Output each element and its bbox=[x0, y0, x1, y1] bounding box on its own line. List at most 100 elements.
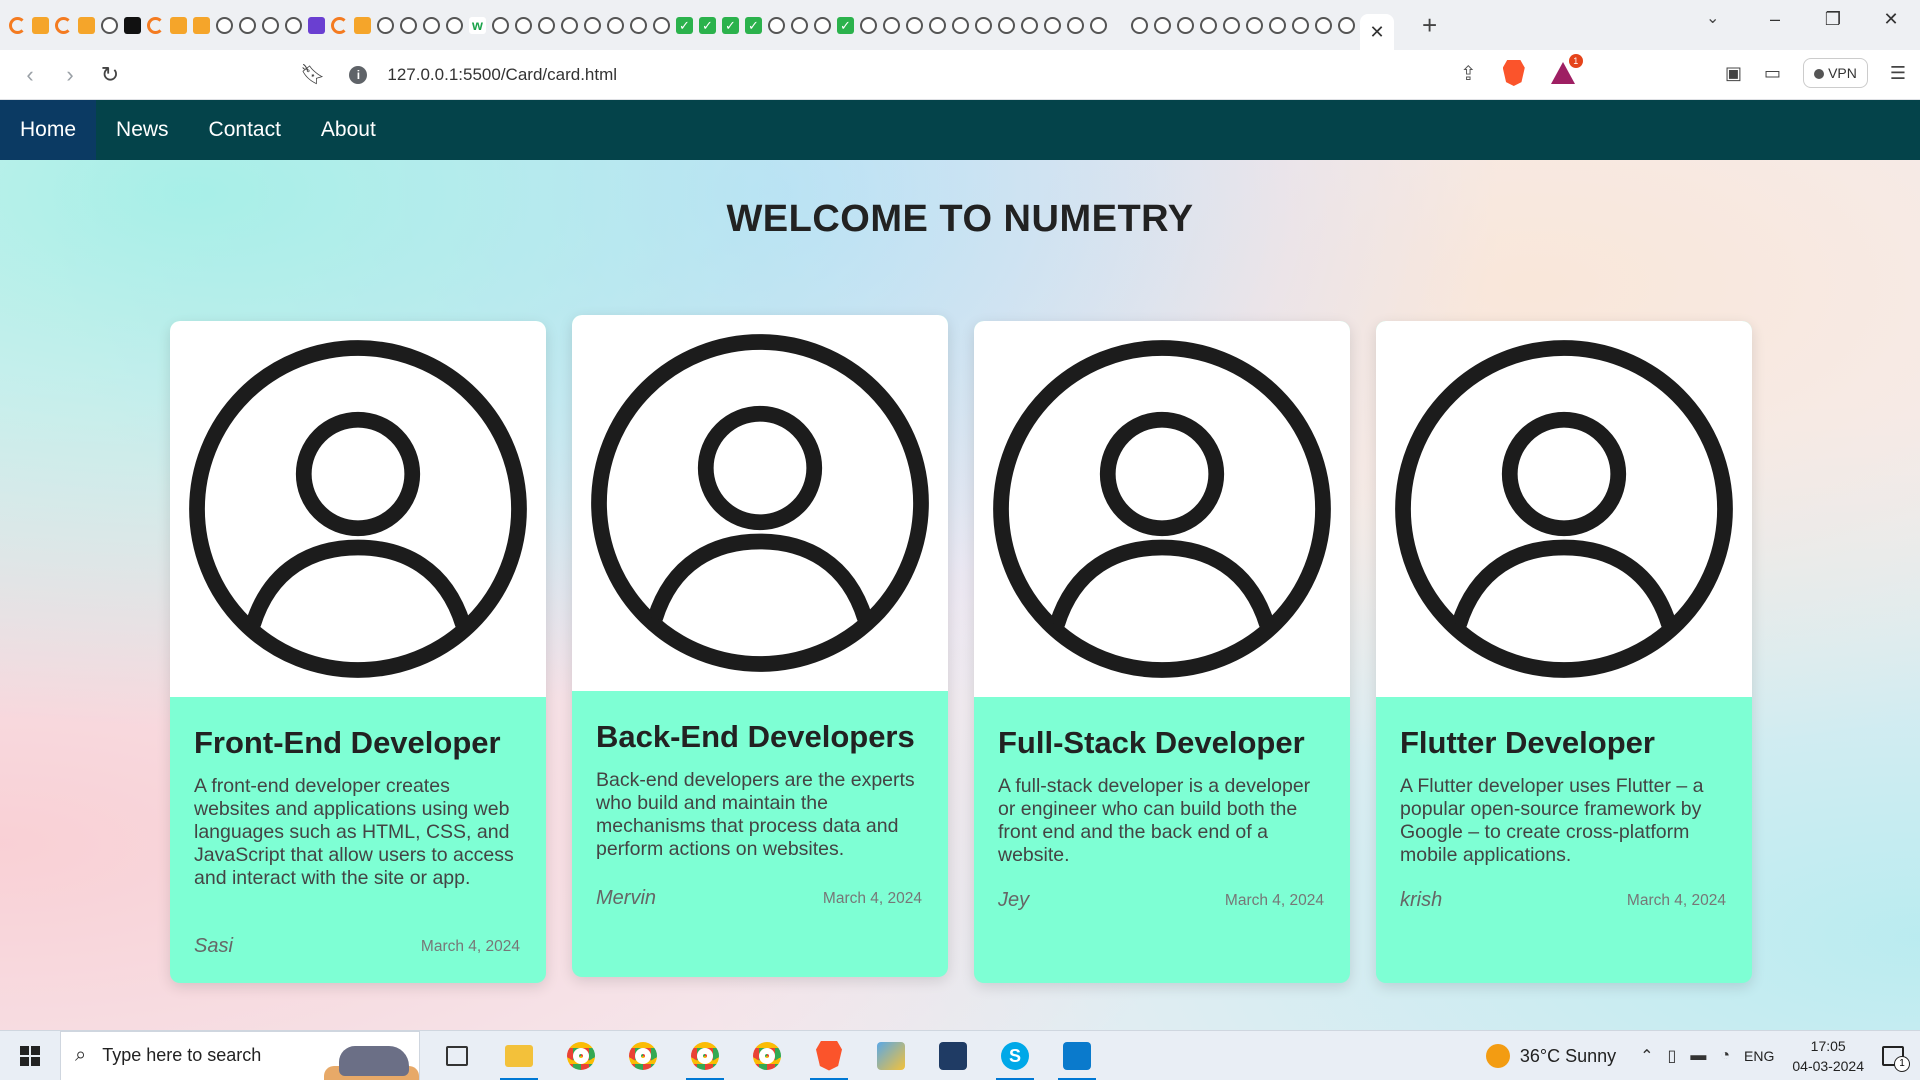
menu-icon[interactable]: ☰ bbox=[1890, 63, 1906, 84]
tab[interactable] bbox=[192, 16, 211, 35]
restore-icon[interactable]: ❐ bbox=[1804, 0, 1862, 40]
taskbar-skype[interactable]: S bbox=[984, 1031, 1046, 1080]
taskbar-app[interactable] bbox=[922, 1031, 984, 1080]
tab[interactable] bbox=[54, 16, 73, 35]
tab[interactable] bbox=[928, 16, 947, 35]
card-flutter[interactable]: Flutter Developer A Flutter developer us… bbox=[1376, 321, 1752, 983]
start-button[interactable] bbox=[0, 1031, 60, 1080]
battery-icon[interactable]: ▬ bbox=[1690, 1047, 1706, 1065]
tab[interactable] bbox=[169, 16, 188, 35]
tab[interactable] bbox=[8, 16, 27, 35]
tab[interactable] bbox=[284, 16, 303, 35]
vpn-button[interactable]: VPN bbox=[1803, 58, 1868, 88]
info-icon[interactable]: i bbox=[349, 65, 368, 84]
chevron-down-icon[interactable]: ⌄ bbox=[1706, 8, 1719, 28]
wallet-icon[interactable]: ▭ bbox=[1764, 63, 1781, 84]
close-window-icon[interactable]: ✕ bbox=[1862, 0, 1920, 40]
tab[interactable]: ✓ bbox=[744, 16, 763, 35]
tab[interactable] bbox=[353, 16, 372, 35]
chevron-up-icon[interactable]: ⌃ bbox=[1640, 1046, 1653, 1066]
nav-home[interactable]: Home bbox=[0, 100, 97, 160]
tab[interactable] bbox=[238, 16, 257, 35]
nav-contact[interactable]: Contact bbox=[189, 100, 301, 160]
forward-icon[interactable]: › bbox=[50, 62, 90, 88]
tab[interactable] bbox=[951, 16, 970, 35]
tab[interactable] bbox=[1066, 16, 1085, 35]
tab[interactable] bbox=[31, 16, 50, 35]
taskbar-photos[interactable] bbox=[860, 1031, 922, 1080]
tab[interactable] bbox=[77, 16, 96, 35]
taskbar-chrome[interactable] bbox=[674, 1031, 736, 1080]
share-icon[interactable]: ⇪ bbox=[1460, 61, 1477, 86]
tab[interactable] bbox=[905, 16, 924, 35]
tab[interactable] bbox=[790, 16, 809, 35]
tab[interactable] bbox=[261, 16, 280, 35]
taskbar-search[interactable]: ⌕ Type here to search bbox=[60, 1030, 420, 1080]
tab[interactable] bbox=[1176, 16, 1195, 35]
tab[interactable] bbox=[882, 16, 901, 35]
tab[interactable] bbox=[1291, 16, 1310, 35]
tab[interactable] bbox=[1153, 16, 1172, 35]
taskbar-file-explorer[interactable] bbox=[488, 1031, 550, 1080]
tab[interactable] bbox=[1043, 16, 1062, 35]
tab[interactable]: w bbox=[468, 16, 487, 35]
taskbar-chrome[interactable] bbox=[550, 1031, 612, 1080]
back-icon[interactable]: ‹ bbox=[10, 62, 50, 88]
tab[interactable] bbox=[330, 16, 349, 35]
minimize-icon[interactable]: – bbox=[1746, 0, 1804, 40]
brave-rewards-icon[interactable]: 1 bbox=[1550, 54, 1583, 84]
clock[interactable]: 17:05 04-03-2024 bbox=[1792, 1036, 1864, 1076]
device-icon[interactable]: ▯ bbox=[1668, 1046, 1677, 1066]
tab[interactable] bbox=[146, 16, 165, 35]
tab[interactable] bbox=[629, 16, 648, 35]
close-tab-icon[interactable]: ✕ bbox=[1369, 22, 1384, 43]
tab[interactable] bbox=[514, 16, 533, 35]
reload-icon[interactable]: ↻ bbox=[90, 62, 130, 88]
tab[interactable] bbox=[376, 16, 395, 35]
tab[interactable] bbox=[1089, 16, 1108, 35]
tab[interactable] bbox=[1268, 16, 1287, 35]
notification-icon[interactable]: 1 bbox=[1882, 1046, 1910, 1072]
taskbar-brave[interactable] bbox=[798, 1031, 860, 1080]
active-tab[interactable]: ✕ bbox=[1360, 14, 1394, 50]
tab[interactable] bbox=[422, 16, 441, 35]
wifi-icon[interactable]: ◔ bbox=[1720, 1047, 1730, 1065]
weather-text[interactable]: 36°C Sunny bbox=[1520, 1046, 1616, 1067]
tab[interactable] bbox=[491, 16, 510, 35]
tab[interactable] bbox=[123, 16, 142, 35]
sidebar-icon[interactable]: ▣ bbox=[1725, 63, 1742, 84]
tab[interactable] bbox=[537, 16, 556, 35]
tab[interactable] bbox=[606, 16, 625, 35]
tab[interactable]: ✓ bbox=[675, 16, 694, 35]
card-front-end[interactable]: Front-End Developer A front-end develope… bbox=[170, 321, 546, 983]
tab[interactable] bbox=[100, 16, 119, 35]
task-view-button[interactable] bbox=[426, 1031, 488, 1080]
tab[interactable] bbox=[583, 16, 602, 35]
tab[interactable] bbox=[399, 16, 418, 35]
tab[interactable] bbox=[215, 16, 234, 35]
tab[interactable] bbox=[767, 16, 786, 35]
address-bar[interactable]: i 127.0.0.1:5500/Card/card.html bbox=[337, 56, 1587, 94]
tab[interactable]: ✓ bbox=[698, 16, 717, 35]
tab[interactable] bbox=[1130, 16, 1149, 35]
tab[interactable] bbox=[1337, 16, 1356, 35]
bookmark-icon[interactable]: 🔖︎ bbox=[300, 62, 325, 87]
tab[interactable] bbox=[974, 16, 993, 35]
tab[interactable] bbox=[445, 16, 464, 35]
card-back-end[interactable]: Back-End Developers Back-end developers … bbox=[572, 315, 948, 977]
tab[interactable] bbox=[859, 16, 878, 35]
weather-sun-icon[interactable] bbox=[1485, 1044, 1510, 1068]
tab[interactable] bbox=[813, 16, 832, 35]
card-full-stack[interactable]: Full-Stack Developer A full-stack develo… bbox=[974, 321, 1350, 983]
tab[interactable] bbox=[1245, 16, 1264, 35]
tab[interactable] bbox=[1199, 16, 1218, 35]
nav-about[interactable]: About bbox=[301, 100, 396, 160]
tab[interactable] bbox=[1314, 16, 1333, 35]
new-tab-button[interactable]: + bbox=[1422, 10, 1437, 41]
tab[interactable]: ✓ bbox=[836, 16, 855, 35]
tab[interactable] bbox=[560, 16, 579, 35]
taskbar-vscode[interactable] bbox=[1046, 1031, 1108, 1080]
tab[interactable] bbox=[652, 16, 671, 35]
nav-news[interactable]: News bbox=[96, 100, 189, 160]
brave-shields-icon[interactable] bbox=[1502, 60, 1525, 86]
